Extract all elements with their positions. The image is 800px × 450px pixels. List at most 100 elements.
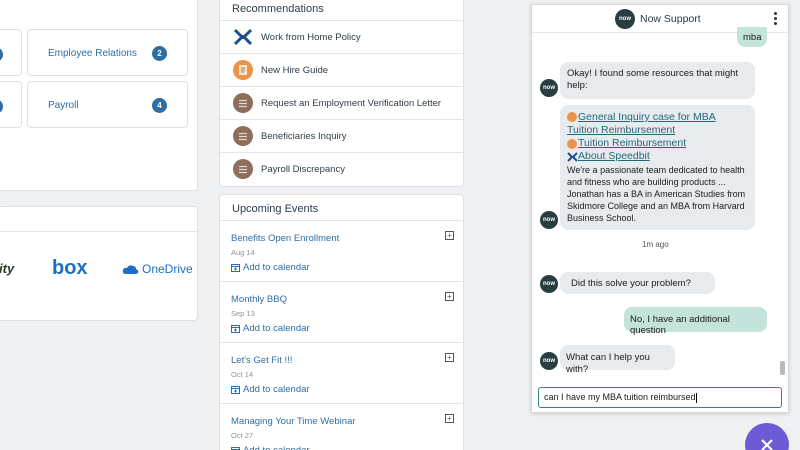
expand-icon[interactable]: + <box>445 231 454 240</box>
user-message: No, I have an additional question <box>624 307 767 336</box>
document-icon <box>233 60 253 80</box>
category-card-partial-1[interactable]: 0 <box>0 29 22 76</box>
chat-title: Now Support <box>640 13 701 25</box>
expand-icon[interactable]: + <box>445 292 454 301</box>
bot-message-text: Did this solve your problem? <box>571 278 691 289</box>
recommendations-panel: Recommendations Work from Home Policy Ne… <box>219 0 464 187</box>
text-cursor <box>695 392 697 403</box>
bot-resources-message: General Inquiry case for MBA Tuition Rei… <box>560 105 755 230</box>
chat-scrollbar[interactable] <box>780 361 785 375</box>
category-count-badge: 4 <box>152 98 167 113</box>
recommendation-label: Payroll Discrepancy <box>261 163 345 175</box>
events-panel: Upcoming Events Benefits Open Enrollment… <box>219 194 464 450</box>
box-logo[interactable]: box <box>52 257 88 280</box>
calendar-icon <box>231 386 240 394</box>
expand-icon[interactable]: + <box>445 414 454 423</box>
bot-message-text: What can I help you with? <box>566 352 650 375</box>
bot-message: What can I help you with? <box>560 345 675 375</box>
recommendation-item[interactable]: New Hire Guide <box>220 53 464 86</box>
resource-snippet: We're a passionate team dedicated to hea… <box>567 165 746 223</box>
event-title[interactable]: Benefits Open Enrollment <box>231 233 339 244</box>
app-logo-partial[interactable]: ity <box>0 261 14 276</box>
add-to-calendar-link[interactable]: Add to calendar <box>231 323 310 334</box>
recommendation-item[interactable]: Request an Employment Verification Lette… <box>220 86 464 119</box>
cloud-icon <box>122 264 139 274</box>
recommendation-label: Request an Employment Verification Lette… <box>261 97 442 109</box>
more-options-icon[interactable] <box>774 12 778 26</box>
category-card-payroll[interactable]: Payroll 4 <box>27 81 188 128</box>
bot-avatar: now <box>540 352 558 370</box>
expand-icon[interactable]: + <box>445 353 454 362</box>
recommendation-item[interactable]: Payroll Discrepancy <box>220 152 464 185</box>
recommendation-item[interactable]: Beneficiaries Inquiry <box>220 119 464 152</box>
speedbit-icon <box>567 151 578 162</box>
apps-panel: ity box OneDrive <box>0 206 198 321</box>
category-count-badge: 0 <box>0 99 3 114</box>
speedbit-icon <box>233 27 253 47</box>
onedrive-label: OneDrive <box>142 262 193 276</box>
category-count-badge: 0 <box>0 47 3 62</box>
close-chat-button[interactable] <box>745 423 789 450</box>
document-icon <box>567 112 577 123</box>
add-to-calendar-label: Add to calendar <box>243 384 310 395</box>
calendar-icon <box>231 325 240 333</box>
document-icon <box>567 138 577 149</box>
bot-avatar: now <box>540 211 558 229</box>
events-title: Upcoming Events <box>232 203 319 215</box>
message-timestamp: 1m ago <box>642 240 669 249</box>
category-count-badge: 2 <box>152 46 167 61</box>
category-card-employee-relations[interactable]: Employee Relations 2 <box>27 29 188 76</box>
event-title[interactable]: Monthly BBQ <box>231 294 287 305</box>
recommendations-title: Recommendations <box>232 3 324 15</box>
bot-message: Okay! I found some resources that might … <box>560 62 755 99</box>
bot-avatar: now <box>540 275 558 293</box>
category-label: Employee Relations <box>48 48 137 59</box>
resource-link[interactable]: General Inquiry case for MBA Tuition Rei… <box>567 111 748 137</box>
calendar-icon <box>231 447 240 450</box>
resource-link-label: About Speedbit <box>578 150 650 162</box>
recommendation-label: Beneficiaries Inquiry <box>261 130 347 142</box>
resource-link[interactable]: Tuition Reimbursement <box>567 137 748 150</box>
bot-message-text: Okay! I found some resources that might … <box>567 68 739 91</box>
bot-avatar: now <box>540 79 558 97</box>
user-message-text: mba <box>743 32 762 43</box>
add-to-calendar-label: Add to calendar <box>243 445 310 450</box>
list-icon <box>233 93 253 113</box>
event-title[interactable]: Let's Get Fit !!! <box>231 355 292 366</box>
add-to-calendar-link[interactable]: Add to calendar <box>231 384 310 395</box>
user-message-text: No, I have an additional question <box>630 314 730 336</box>
event-date: Aug 14 <box>231 248 255 257</box>
recommendation-label: Work from Home Policy <box>261 31 361 43</box>
add-to-calendar-link[interactable]: Add to calendar <box>231 445 310 450</box>
event-date: Sep 13 <box>231 309 255 318</box>
event-item: Monthly BBQ Sep 13 Add to calendar + <box>220 281 464 342</box>
chat-input[interactable]: can I have my MBA tuition reimbursed <box>538 387 782 408</box>
event-item: Benefits Open Enrollment Aug 14 Add to c… <box>220 220 464 281</box>
add-to-calendar-link[interactable]: Add to calendar <box>231 262 310 273</box>
event-title[interactable]: Managing Your Time Webinar <box>231 416 355 427</box>
category-label: Payroll <box>48 100 79 111</box>
list-icon <box>233 159 253 179</box>
recommendation-item[interactable]: Work from Home Policy <box>220 20 464 53</box>
event-item: Let's Get Fit !!! Oct 14 Add to calendar… <box>220 342 464 403</box>
add-to-calendar-label: Add to calendar <box>243 323 310 334</box>
category-card-partial-2[interactable]: 0 <box>0 81 22 128</box>
event-date: Oct 27 <box>231 431 254 440</box>
recommendation-label: New Hire Guide <box>261 64 329 76</box>
bot-message: Did this solve your problem? <box>560 272 715 294</box>
add-to-calendar-label: Add to calendar <box>243 262 310 273</box>
resource-link-label: General Inquiry case for MBA Tuition Rei… <box>567 111 716 136</box>
chat-window: now Now Support mba now Okay! I found so… <box>531 4 789 413</box>
event-date: Oct 14 <box>231 370 254 379</box>
now-avatar: now <box>615 9 635 29</box>
apps-panel-header <box>0 207 197 232</box>
close-icon <box>761 439 773 450</box>
calendar-icon <box>231 264 240 272</box>
list-icon <box>233 126 253 146</box>
user-message: mba <box>737 27 767 47</box>
resource-link[interactable]: About Speedbit <box>567 150 748 163</box>
chat-input-value: can I have my MBA tuition reimbursed <box>544 392 696 402</box>
event-item: Managing Your Time Webinar Oct 27 Add to… <box>220 403 464 450</box>
onedrive-logo[interactable]: OneDrive <box>122 262 193 276</box>
resource-link-label: Tuition Reimbursement <box>578 137 687 149</box>
